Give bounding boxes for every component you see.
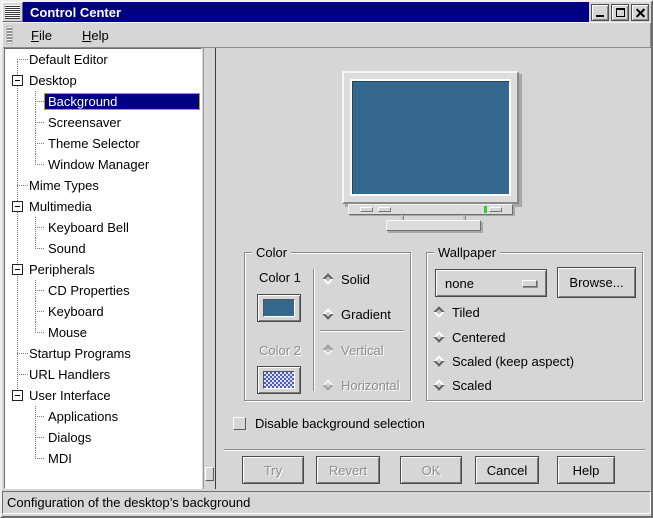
tree-item-desktop[interactable]: Desktop: [5, 70, 201, 91]
menubar-grip[interactable]: [6, 26, 13, 44]
menu-item-help[interactable]: Help: [74, 25, 117, 46]
radio-selected-icon: [322, 344, 333, 355]
action-area-separator: [224, 449, 645, 451]
radio-vertical: Vertical: [324, 343, 384, 357]
collapse-icon[interactable]: [12, 75, 23, 86]
collapse-icon[interactable]: [12, 390, 23, 401]
radio-scaled-keep-aspect[interactable]: Scaled (keep aspect): [435, 354, 574, 368]
monitor-screen-preview: [350, 79, 511, 196]
tree-item-peripherals[interactable]: Peripherals: [5, 259, 201, 280]
tree-item-multimedia[interactable]: Multimedia: [5, 196, 201, 217]
pane-divider[interactable]: [203, 48, 215, 489]
color-frame: Color Color 1 Color 2 Solid Gradient Ver…: [244, 252, 411, 401]
radio-unselected-icon: [433, 331, 444, 342]
pane-divider-handle[interactable]: [205, 467, 214, 481]
statusbar: Configuration of the desktop’s backgroun…: [2, 491, 651, 514]
radio-centered[interactable]: Centered: [435, 330, 505, 344]
category-tree: Default Editor Desktop Background Screen…: [4, 48, 202, 489]
menubar: File Help: [2, 22, 651, 48]
tree-item-theme-selector[interactable]: Theme Selector: [5, 133, 201, 154]
radio-unselected-icon: [433, 379, 444, 390]
monitor-power-button-icon: [489, 207, 502, 212]
maximize-button[interactable]: [611, 4, 629, 21]
tree-item-keyboard[interactable]: Keyboard: [5, 301, 201, 322]
tree-item-keyboard-bell[interactable]: Keyboard Bell: [5, 217, 201, 238]
radio-gradient[interactable]: Gradient: [324, 307, 391, 321]
wallpaper-dropdown-value: none: [445, 276, 474, 291]
control-center-window: Control Center File Help Default Editor …: [0, 0, 653, 518]
tree-item-screensaver[interactable]: Screensaver: [5, 112, 201, 133]
tree-item-sound[interactable]: Sound: [5, 238, 201, 259]
cancel-button[interactable]: Cancel: [475, 456, 539, 484]
revert-button: Revert: [316, 456, 380, 484]
window-title: Control Center: [30, 5, 121, 20]
tree-item-default-editor[interactable]: Default Editor: [5, 49, 201, 70]
radio-tiled[interactable]: Tiled: [435, 305, 480, 319]
radio-unselected-icon: [322, 308, 333, 319]
collapse-icon[interactable]: [12, 201, 23, 212]
radio-solid[interactable]: Solid: [324, 272, 370, 286]
radio-scaled[interactable]: Scaled: [435, 378, 492, 392]
background-settings-panel: Color Color 1 Color 2 Solid Gradient Ver…: [215, 48, 651, 489]
collapse-icon[interactable]: [12, 264, 23, 275]
tree-item-window-manager[interactable]: Window Manager: [5, 154, 201, 175]
tree-item-url-handlers[interactable]: URL Handlers: [5, 364, 201, 385]
power-led-icon: [484, 206, 487, 213]
radio-selected-icon: [433, 306, 444, 317]
monitor-front-panel: [348, 204, 513, 215]
close-button[interactable]: [631, 4, 649, 21]
titlebar: Control Center: [2, 2, 651, 22]
radio-horizontal: Horizontal: [324, 378, 400, 392]
color2-swatch: [263, 371, 295, 389]
status-text: Configuration of the desktop’s backgroun…: [7, 495, 250, 510]
window-buttons: [589, 2, 651, 22]
minimize-button[interactable]: [591, 4, 609, 21]
checkbox-unchecked-icon[interactable]: [233, 417, 246, 430]
tree-item-user-interface[interactable]: User Interface: [5, 385, 201, 406]
tree-item-mdi[interactable]: MDI: [5, 448, 201, 469]
vertical-separator: [313, 269, 315, 391]
option-menu-indicator-icon: [522, 280, 537, 287]
color-frame-title: Color: [252, 245, 291, 260]
window-menu-button[interactable]: [2, 2, 23, 22]
checkbox-label: Disable background selection: [255, 416, 425, 431]
wallpaper-dropdown[interactable]: none: [435, 269, 547, 297]
browse-button[interactable]: Browse...: [557, 267, 636, 298]
radio-selected-icon: [322, 273, 333, 284]
radio-unselected-icon: [433, 355, 444, 366]
tree-item-dialogs[interactable]: Dialogs: [5, 427, 201, 448]
radio-unselected-icon: [322, 379, 333, 390]
tree-item-applications[interactable]: Applications: [5, 406, 201, 427]
menu-item-file[interactable]: File: [23, 25, 60, 46]
color1-swatch-button[interactable]: [257, 294, 301, 322]
window-menu-lines-icon: [5, 5, 20, 19]
monitor-button-icon: [378, 207, 391, 212]
color2-label: Color 2: [259, 343, 301, 358]
title-strip[interactable]: Control Center: [23, 2, 589, 22]
ok-button: OK: [400, 456, 462, 484]
try-button: Try: [242, 456, 304, 484]
tree-item-mouse[interactable]: Mouse: [5, 322, 201, 343]
tree-item-startup-programs[interactable]: Startup Programs: [5, 343, 201, 364]
maximize-icon: [616, 8, 625, 17]
disable-background-selection-checkbox[interactable]: Disable background selection: [233, 416, 425, 431]
horizontal-separator: [320, 330, 404, 332]
monitor-preview: [342, 71, 519, 204]
color1-swatch: [263, 299, 295, 317]
help-button[interactable]: Help: [557, 456, 615, 484]
tree-item-mime-types[interactable]: Mime Types: [5, 175, 201, 196]
tree-item-background[interactable]: Background: [5, 91, 201, 112]
color2-swatch-button: [257, 366, 301, 394]
wallpaper-frame: Wallpaper none Browse... Tiled Centered …: [426, 252, 643, 401]
wallpaper-frame-title: Wallpaper: [434, 245, 500, 260]
monitor-base: [386, 220, 481, 231]
color1-label: Color 1: [259, 270, 301, 285]
tree-item-cd-properties[interactable]: CD Properties: [5, 280, 201, 301]
minimize-icon: [596, 15, 604, 17]
monitor-button-icon: [360, 207, 373, 212]
